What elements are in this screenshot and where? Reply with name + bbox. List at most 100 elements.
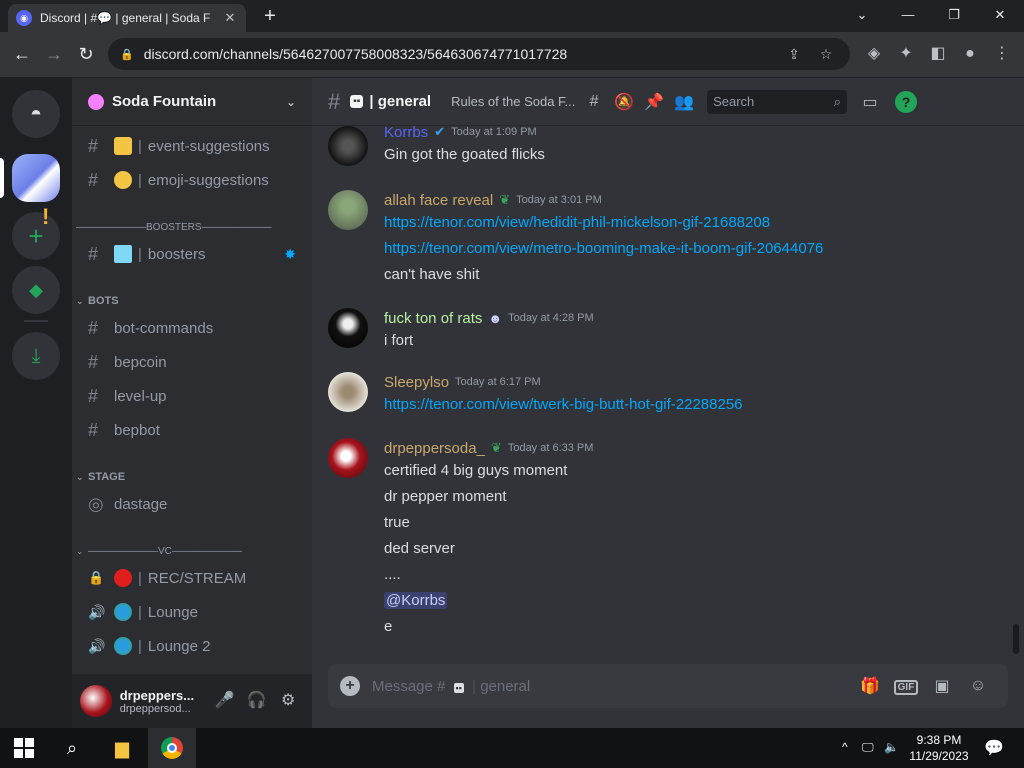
category-stage[interactable]: ⌄ STAGE xyxy=(76,468,308,486)
network-icon[interactable]: 🖵 xyxy=(862,740,874,755)
author-name[interactable]: Korrbs xyxy=(384,126,428,141)
author-name[interactable]: Sleepylso xyxy=(384,374,449,391)
pinned-messages-icon[interactable]: 📌 xyxy=(639,92,669,112)
server-list: ◓ + ! ◆ ⤓ xyxy=(0,78,72,728)
message-link[interactable]: https://tenor.com/view/metro-booming-mak… xyxy=(384,236,1008,262)
new-tab-button[interactable]: + xyxy=(258,4,282,28)
channel-dastage[interactable]: ◎ dastage xyxy=(80,488,304,520)
channel-topic[interactable]: Rules of the Soda F... xyxy=(451,94,579,109)
channel-bepcoin[interactable]: # bepcoin xyxy=(80,346,304,378)
author-name[interactable]: allah face reveal xyxy=(384,192,493,209)
volume-muted-icon[interactable]: 🔈 xyxy=(884,740,899,754)
browser-tab-discord[interactable]: ◉ Discord | #💬 | general | Soda F ✕ xyxy=(8,4,246,32)
speaker-icon: 🔊 xyxy=(88,637,106,654)
hash-icon: # xyxy=(88,351,99,372)
message-text: i fort xyxy=(384,332,414,349)
chevron-down-icon: ⌄ xyxy=(76,545,84,556)
mute-mic-icon[interactable]: 🎤 xyxy=(209,685,241,717)
author-avatar[interactable] xyxy=(328,190,368,230)
bookmark-star-icon[interactable]: ☆ xyxy=(814,46,838,63)
channel-event-suggestions[interactable]: # | event-suggestions xyxy=(80,130,304,162)
user-display-name: drpeppers... xyxy=(119,687,195,703)
server-soda-fountain[interactable] xyxy=(12,154,60,202)
help-icon[interactable]: ? xyxy=(895,90,918,113)
gift-icon[interactable]: 🎁 xyxy=(852,676,888,696)
author-avatar[interactable] xyxy=(328,308,368,348)
user-avatar[interactable] xyxy=(80,685,112,717)
show-hidden-icons-icon[interactable]: ^ xyxy=(842,740,848,754)
channel-boosters[interactable]: # | boosters ✸ xyxy=(80,238,304,270)
gif-button[interactable]: GIF xyxy=(888,677,924,695)
channel-level-up[interactable]: # level-up xyxy=(80,380,304,412)
channel-rec-stream[interactable]: 🔒 | REC/STREAM xyxy=(80,562,304,594)
author-name[interactable]: fuck ton of rats xyxy=(384,310,482,327)
message-text: Gin got the goated flicks xyxy=(384,146,545,163)
explore-servers-button[interactable]: ◆ xyxy=(12,266,60,314)
tab-close-icon[interactable]: ✕ xyxy=(222,10,238,26)
category-bots[interactable]: ⌄ BOTS xyxy=(76,292,308,310)
channel-lounge-2[interactable]: 🔊 | Lounge 2 xyxy=(80,630,304,662)
start-button[interactable] xyxy=(0,728,48,768)
category-vc[interactable]: ⌄ ———————VC——————— xyxy=(76,542,308,560)
attach-plus-icon[interactable]: + xyxy=(340,676,360,696)
server-header[interactable]: Soda Fountain ⌄ xyxy=(72,78,312,126)
message-timestamp: Today at 6:17 PM xyxy=(455,376,541,388)
channel-label: REC/STREAM xyxy=(147,569,247,587)
address-bar[interactable]: 🔒 discord.com/channels/56462700775800832… xyxy=(108,38,850,70)
red-circle-icon xyxy=(114,569,132,587)
threads-icon[interactable]: # xyxy=(579,93,609,111)
settings-gear-icon[interactable]: ⚙ xyxy=(272,685,304,717)
sidepanel-icon[interactable]: ◧ xyxy=(926,42,950,66)
search-taskbar-icon[interactable]: ⌕ xyxy=(48,728,96,768)
share-icon[interactable]: ⇪ xyxy=(782,46,806,63)
member-list-icon[interactable]: 👥 xyxy=(669,92,699,112)
file-explorer-icon[interactable]: ▆ xyxy=(98,728,146,768)
author-avatar[interactable] xyxy=(328,438,368,478)
author-avatar[interactable] xyxy=(328,126,368,166)
system-clock[interactable]: 9:38 PM 11/29/2023 xyxy=(906,732,972,764)
channel-lounge[interactable]: 🔊 | Lounge xyxy=(80,596,304,628)
chrome-taskbar-icon[interactable] xyxy=(148,728,196,768)
minimize-button[interactable]: — xyxy=(886,4,930,26)
back-button[interactable]: ← xyxy=(10,42,34,66)
inbox-icon[interactable]: ▭ xyxy=(855,92,885,112)
reload-button[interactable]: ↻ xyxy=(74,42,98,66)
close-window-button[interactable]: ✕ xyxy=(978,4,1022,26)
sticker-icon[interactable]: ▣ xyxy=(924,676,960,696)
clock-time: 9:38 PM xyxy=(916,733,962,747)
clock-date: 11/29/2023 xyxy=(909,749,969,763)
nerd-badge-icon: ☻ xyxy=(488,310,503,326)
restore-button[interactable]: ❐ xyxy=(932,4,976,26)
channel-label: bepbot xyxy=(114,421,160,439)
notification-bell-muted-icon[interactable]: 🔕 xyxy=(609,92,639,112)
menu-kebab-icon[interactable]: ⋮ xyxy=(990,42,1014,66)
profile-icon[interactable]: ● xyxy=(958,42,982,66)
search-input[interactable]: Search ⌕ xyxy=(707,89,848,114)
notifications-icon[interactable]: 💬 xyxy=(984,738,1004,758)
extensions-puzzle-icon[interactable]: ✦ xyxy=(894,42,918,66)
message-text: dr pepper moment xyxy=(384,488,507,505)
emoji-picker-icon[interactable]: ☺ xyxy=(960,677,996,695)
channel-bot-commands[interactable]: # bot-commands xyxy=(80,312,304,344)
channel-label: bepcoin xyxy=(114,353,167,371)
download-apps-button[interactable]: ⤓ xyxy=(12,332,60,380)
message-link[interactable]: https://tenor.com/view/hedidit-phil-mick… xyxy=(384,210,1008,236)
channel-emoji-suggestions[interactable]: # | emoji-suggestions xyxy=(80,164,304,196)
author-name[interactable]: drpeppersoda_ xyxy=(384,440,485,457)
tab-search-icon[interactable]: ⌄ xyxy=(840,4,884,26)
server-boost-icon xyxy=(88,93,104,110)
user-mention[interactable]: @Korrbs xyxy=(384,592,448,609)
discord-home-button[interactable]: ◓ xyxy=(12,90,60,138)
headphones-icon[interactable]: 🎧 xyxy=(241,685,273,717)
extension-ufo-icon[interactable]: ◈ xyxy=(862,42,886,66)
message-link[interactable]: https://tenor.com/view/twerk-big-butt-ho… xyxy=(384,392,1008,418)
forward-button[interactable]: → xyxy=(42,42,66,66)
message-composer[interactable]: + Message # ▪▪ | general 🎁 GIF ▣ ☺ xyxy=(328,664,1008,708)
sprout-badge-icon: ❦ xyxy=(499,192,511,207)
party-popper-icon xyxy=(114,137,132,155)
message-scrollbar[interactable] xyxy=(1013,624,1019,654)
add-server-button[interactable]: + xyxy=(12,212,60,260)
channel-bepbot[interactable]: # bepbot xyxy=(80,414,304,446)
author-avatar[interactable] xyxy=(328,372,368,412)
message-input[interactable]: Message # ▪▪ | general xyxy=(372,678,852,695)
